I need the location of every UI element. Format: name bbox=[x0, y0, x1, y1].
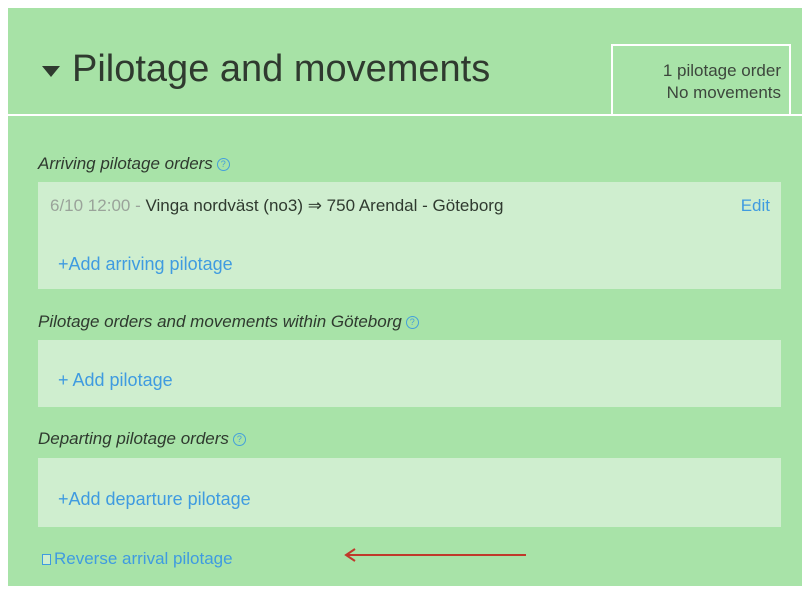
reverse-icon bbox=[42, 553, 51, 565]
departing-section-label: Departing pilotage orders ? bbox=[38, 429, 246, 449]
panel-title: Pilotage and movements bbox=[72, 48, 491, 90]
departing-box: +Add departure pilotage bbox=[38, 458, 781, 527]
order-time: 6/10 12:00 bbox=[50, 196, 131, 215]
panel-title-toggle[interactable]: Pilotage and movements bbox=[42, 48, 490, 91]
annotation-arrow-icon bbox=[344, 548, 526, 562]
arriving-box: 6/10 12:00 - Vinga nordväst (no3) ⇒ 750 … bbox=[38, 182, 781, 289]
reverse-label: Reverse arrival pilotage bbox=[54, 549, 233, 568]
panel-header: Pilotage and movements 1 pilotage order … bbox=[8, 8, 802, 116]
summary-movements: No movements bbox=[666, 83, 781, 102]
help-circle-icon[interactable]: ? bbox=[216, 157, 230, 171]
within-section-label: Pilotage orders and movements within Göt… bbox=[38, 312, 419, 332]
add-departure-pilotage-link[interactable]: +Add departure pilotage bbox=[58, 489, 251, 510]
add-arriving-pilotage-link[interactable]: +Add arriving pilotage bbox=[58, 254, 233, 275]
pilotage-panel: Pilotage and movements 1 pilotage order … bbox=[8, 8, 802, 586]
within-label-text: Pilotage orders and movements within Göt… bbox=[38, 312, 402, 331]
arriving-label-text: Arriving pilotage orders bbox=[38, 154, 213, 173]
help-circle-icon[interactable]: ? bbox=[232, 432, 246, 446]
departing-label-text: Departing pilotage orders bbox=[38, 429, 229, 448]
reverse-arrival-pilotage-link[interactable]: Reverse arrival pilotage bbox=[42, 549, 233, 569]
edit-order-link[interactable]: Edit bbox=[741, 196, 770, 216]
arriving-order-row: 6/10 12:00 - Vinga nordväst (no3) ⇒ 750 … bbox=[50, 196, 770, 216]
arriving-section-label: Arriving pilotage orders ? bbox=[38, 154, 230, 174]
help-circle-icon[interactable]: ? bbox=[405, 315, 419, 329]
add-pilotage-link[interactable]: + Add pilotage bbox=[58, 370, 173, 391]
summary-tab[interactable]: 1 pilotage order No movements bbox=[611, 44, 791, 114]
order-separator: - bbox=[130, 196, 146, 215]
summary-orders: 1 pilotage order bbox=[662, 61, 781, 80]
caret-down-icon[interactable] bbox=[42, 66, 60, 77]
order-route: Vinga nordväst (no3) ⇒ 750 Arendal - Göt… bbox=[145, 196, 504, 215]
within-box: + Add pilotage bbox=[38, 340, 781, 407]
